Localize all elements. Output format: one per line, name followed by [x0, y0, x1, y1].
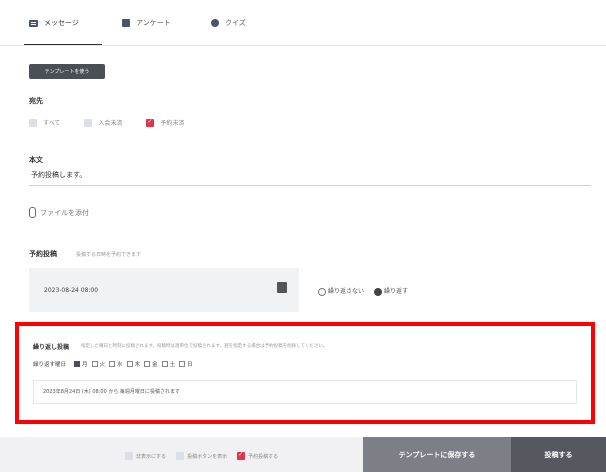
- footer-button-label: 投稿ボタンを表示: [187, 453, 228, 460]
- repeat-label: 繰り返す: [384, 288, 409, 295]
- no-repeat-label: 繰り返さない: [328, 288, 365, 295]
- day-thu-checkbox[interactable]: [126, 361, 133, 367]
- repeat-mode-options: 繰り返さない 繰り返す: [318, 286, 408, 296]
- recipient-all-label: すべて: [43, 120, 61, 127]
- day-fri-label: 金: [152, 362, 158, 368]
- day-wed[interactable]: 水: [109, 360, 123, 368]
- footer-options: 非表示にする 投稿ボタンを表示 予約投稿する: [125, 451, 279, 460]
- tab-bar: メッセージ アンケート クイズ: [0, 0, 606, 46]
- recipient-unreserved-checkbox[interactable]: [146, 118, 155, 127]
- day-sat-label: 土: [169, 362, 176, 368]
- repeat-summary-text: 2023年8月24日 (木) 08:00 から 毎週月曜日に投稿されます: [43, 389, 180, 395]
- schedule-hint: 投稿する日時を予約できます: [76, 252, 142, 258]
- schedule-datetime-value: 2023-08-24 08:00: [44, 287, 99, 294]
- day-mon-label: 月: [82, 362, 88, 368]
- footer-schedule-label: 予約投稿する: [248, 453, 279, 460]
- no-repeat-radio[interactable]: [318, 287, 326, 296]
- recipients-label: 宛先: [29, 97, 43, 105]
- day-tue-label: 火: [99, 362, 106, 368]
- quiz-icon: [211, 19, 219, 27]
- tab-quiz[interactable]: クイズ: [211, 18, 246, 28]
- repeat-summary-box: 2023年8月24日 (木) 08:00 から 毎週月曜日に投稿されます: [33, 380, 577, 404]
- save-template-button[interactable]: テンプレートに保存する: [363, 437, 511, 472]
- recipient-unjoined-checkbox[interactable]: [84, 118, 93, 127]
- message-icon: [29, 19, 38, 27]
- tab-survey[interactable]: アンケート: [122, 18, 171, 28]
- repeat-description: 指定した曜日と時刻に投稿されます。投稿時は週単位で投稿されます。週を指定する場合…: [81, 344, 328, 349]
- footer-schedule-checkbox[interactable]: [237, 451, 246, 460]
- survey-icon: [122, 19, 130, 27]
- post-button[interactable]: 投稿する: [511, 437, 606, 472]
- recipients-options: すべて 入会未済 予約未済: [29, 118, 184, 127]
- day-sun[interactable]: 日: [179, 360, 193, 368]
- body-textarea[interactable]: 予約投稿します。: [29, 170, 591, 186]
- day-thu-label: 木: [134, 362, 141, 368]
- footer-hide-checkbox[interactable]: [125, 452, 133, 460]
- footer-option-schedule[interactable]: 予約投稿する: [237, 451, 279, 460]
- schedule-datetime-field[interactable]: 2023-08-24 08:00: [29, 268, 299, 312]
- repeat-days-label: 繰り返す曜日: [33, 362, 67, 368]
- tab-quiz-label: クイズ: [225, 19, 246, 27]
- recipient-unjoined-label: 入会未済: [98, 120, 123, 127]
- repeat-radio[interactable]: [374, 287, 383, 296]
- paperclip-icon: [29, 207, 36, 218]
- day-wed-checkbox[interactable]: [109, 361, 116, 367]
- recipient-all-checkbox[interactable]: [29, 118, 37, 127]
- day-sun-checkbox[interactable]: [179, 361, 186, 367]
- day-mon[interactable]: 月: [74, 360, 88, 368]
- footer-hide-label: 非表示にする: [136, 453, 167, 460]
- tab-divider: [0, 45, 606, 46]
- day-thu[interactable]: 木: [126, 360, 141, 368]
- calendar-icon[interactable]: [277, 282, 287, 293]
- day-sat[interactable]: 土: [161, 360, 176, 368]
- day-fri-checkbox[interactable]: [144, 361, 151, 367]
- footer-button-checkbox[interactable]: [176, 452, 185, 460]
- day-sun-label: 日: [187, 362, 193, 368]
- attach-file-label: ファイルを添付: [40, 208, 89, 217]
- recipient-unreserved-label: 予約未済: [160, 120, 185, 127]
- no-repeat-option[interactable]: 繰り返さない: [318, 286, 364, 296]
- footer-option-hide[interactable]: 非表示にする: [125, 452, 166, 460]
- tab-message[interactable]: メッセージ: [29, 18, 79, 28]
- day-mon-checkbox[interactable]: [74, 361, 81, 367]
- repeat-settings-panel: 繰り返し投稿 指定した曜日と時刻に投稿されます。投稿時は週単位で投稿されます。週…: [15, 322, 595, 424]
- schedule-label: 予約投稿: [29, 250, 57, 258]
- repeat-heading: 繰り返し投稿: [33, 344, 70, 351]
- day-sat-checkbox[interactable]: [161, 361, 168, 367]
- footer-option-button[interactable]: 投稿ボタンを表示: [176, 452, 227, 460]
- repeat-days: 繰り返す曜日 月 火 水 木 金 土 日: [33, 360, 193, 368]
- day-tue[interactable]: 火: [91, 360, 106, 368]
- tab-message-label: メッセージ: [44, 19, 79, 27]
- day-tue-checkbox[interactable]: [91, 361, 98, 367]
- day-wed-label: 水: [117, 362, 123, 368]
- body-label: 本文: [29, 156, 43, 164]
- tab-survey-label: アンケート: [136, 19, 171, 27]
- footer-bar: 非表示にする 投稿ボタンを表示 予約投稿する テンプレートに保存する 投稿する: [0, 437, 606, 472]
- repeat-option[interactable]: 繰り返す: [374, 286, 408, 296]
- attach-file-link[interactable]: ファイルを添付: [29, 207, 89, 218]
- day-fri[interactable]: 金: [144, 360, 158, 368]
- use-template-button[interactable]: テンプレートを使う: [29, 64, 105, 79]
